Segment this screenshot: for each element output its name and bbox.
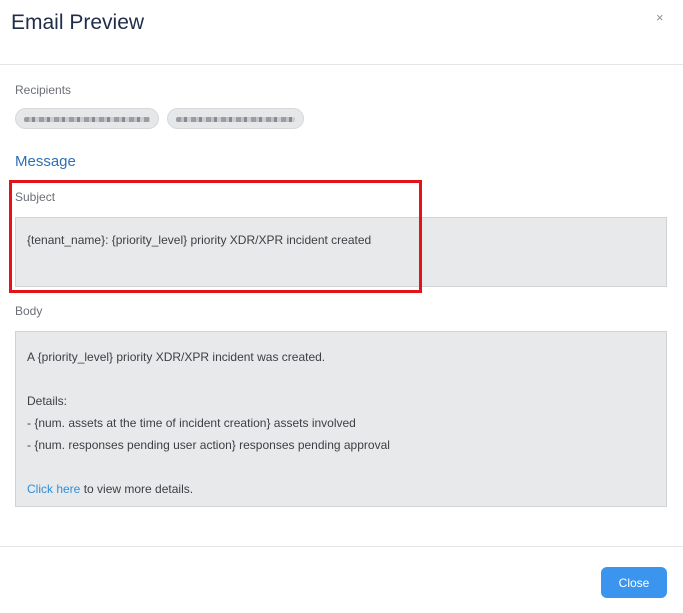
body-line: A {priority_level} priority XDR/XPR inci… (27, 350, 326, 364)
view-details-link[interactable]: Click here (27, 482, 80, 496)
subject-label: Subject (15, 190, 56, 204)
footer-divider (0, 546, 683, 547)
body-details-heading: Details: (27, 394, 68, 408)
body-link-line: Click here to view more details. (27, 478, 655, 500)
message-section-title: Message (15, 153, 76, 170)
body-field: A {priority_level} priority XDR/XPR inci… (15, 331, 667, 507)
redacted-text (24, 117, 150, 122)
subject-field: {tenant_name}: {priority_level} priority… (15, 217, 667, 287)
recipients-label: Recipients (15, 83, 72, 97)
body-label: Body (15, 304, 43, 318)
close-button[interactable]: Close (601, 567, 667, 598)
dialog-title: Email Preview (11, 11, 145, 34)
body-detail-line: - {num. responses pending user action} r… (27, 438, 390, 452)
subject-value: {tenant_name}: {priority_level} priority… (27, 233, 372, 247)
recipient-chip: redacted-recipient-1 (15, 108, 159, 129)
body-link-suffix: to view more details. (80, 482, 194, 496)
body-detail-line: - {num. assets at the time of incident c… (27, 416, 356, 430)
recipient-chip: redacted-recipient-2 (167, 108, 304, 129)
dialog-header: Email Preview × (0, 0, 683, 65)
redacted-text (176, 117, 295, 122)
close-icon[interactable]: × (656, 10, 664, 25)
